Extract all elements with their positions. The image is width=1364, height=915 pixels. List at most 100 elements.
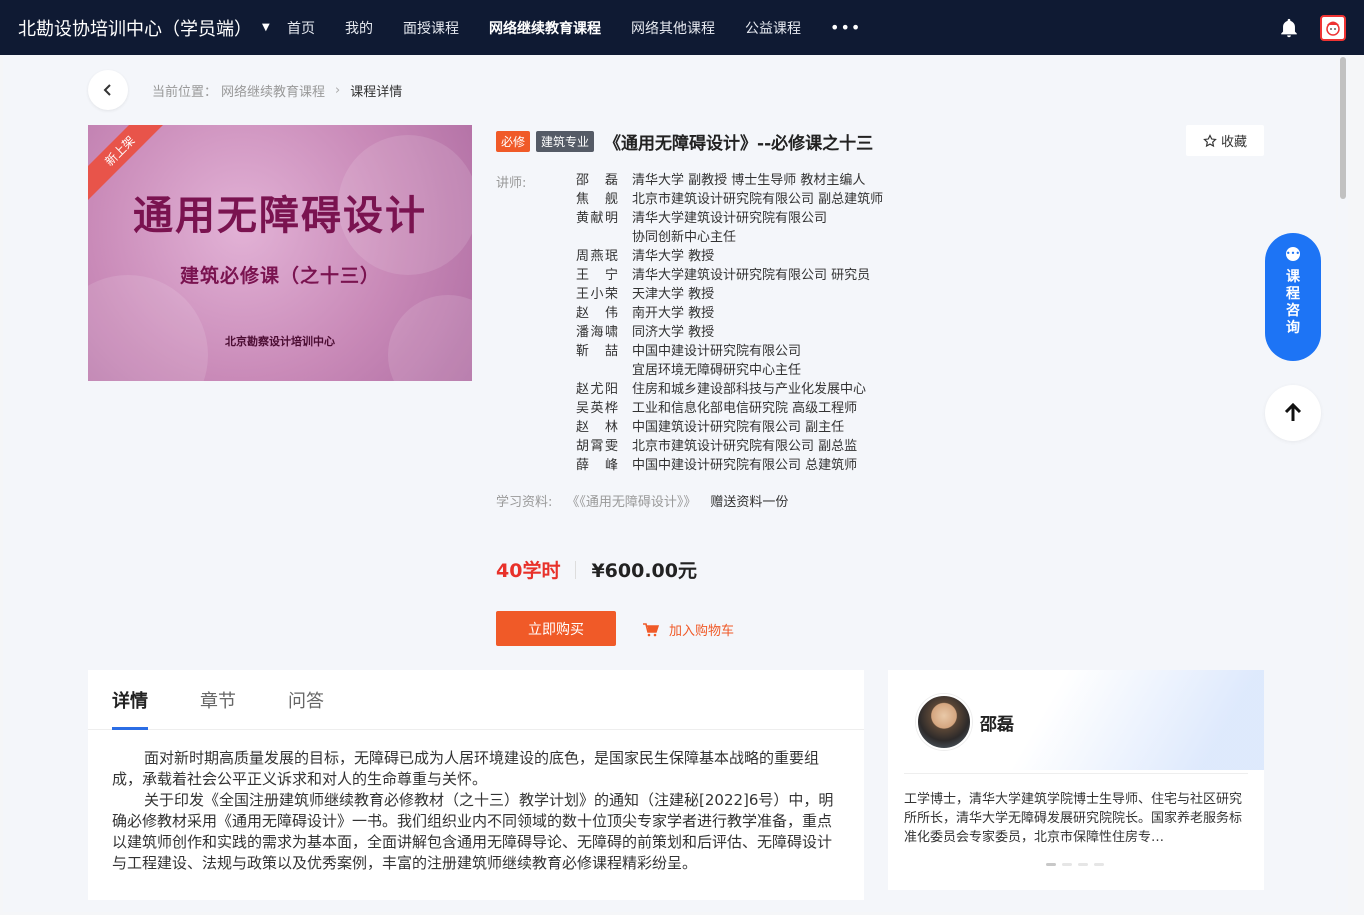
affiliation-line: 天津大学 教授: [632, 287, 715, 302]
lecturer-name: 王小荣: [576, 287, 618, 302]
course-heading: 必修 建筑专业 《通用无障碍设计》--必修课之十三: [496, 129, 873, 154]
cover-org: 北京勘察设计培训中心: [225, 335, 335, 348]
price-row: 40学时 ¥600.00元: [496, 556, 697, 583]
bell-icon[interactable]: [1278, 17, 1300, 39]
affiliation-line: 中国建筑设计研究院有限公司 副主任: [632, 420, 845, 435]
affiliation-line: 清华大学 教授: [632, 249, 715, 264]
detail-paragraph: 面对新时期高质量发展的目标，无障碍已成为人居环境建设的底色，是国家民生保障基本战…: [112, 749, 820, 788]
nav-item-online-other[interactable]: 网络其他课程: [616, 0, 730, 55]
lecturer-name: 赵伟: [576, 306, 618, 321]
lecturers-label: 讲师:: [496, 176, 527, 191]
lecturer-name: 吴英桦: [576, 401, 618, 416]
lecturer-name: 靳喆: [576, 344, 618, 359]
carousel-dots: [1046, 863, 1110, 866]
nav-item-offline-courses[interactable]: 面授课程: [388, 0, 474, 55]
lecturer-affiliation: 清华大学建筑设计研究院有限公司 协同创新中心主任: [632, 209, 827, 247]
affiliation-line: 北京市建筑设计研究院有限公司 副总监: [632, 439, 858, 454]
lecturer-affiliation: 南开大学 教授: [632, 304, 714, 323]
detail-description: 面对新时期高质量发展的目标，无障碍已成为人居环境建设的底色，是国家民生保障基本战…: [88, 730, 864, 874]
more-menu-icon[interactable]: •••: [816, 18, 875, 37]
lecturer-row: 赵尤阳 住房和城乡建设部科技与产业化发展中心: [576, 380, 916, 399]
star-icon: [1203, 133, 1217, 147]
favorite-label: 收藏: [1220, 135, 1247, 150]
avatar-face-icon: [1326, 21, 1340, 36]
lecturer-name: 赵林: [576, 420, 618, 435]
affiliation-line: 宜居环境无障碍研究中心主任: [632, 363, 802, 378]
affiliation-line: 同济大学 教授: [632, 325, 715, 340]
lecturer-name: 潘海啸: [576, 325, 618, 340]
lecturer-row: 王小荣 天津大学 教授: [576, 285, 916, 304]
lecturer-row: 赵伟南开大学 教授: [576, 304, 916, 323]
teacher-card: 邵磊 工学博士，清华大学建筑学院博士生导师、住宅与社区研究所所长，清华大学无障碍…: [888, 670, 1264, 890]
chevron-down-icon: ▼: [262, 22, 270, 33]
lecturer-row: 赵林中国建筑设计研究院有限公司 副主任: [576, 418, 916, 437]
breadcrumb-parent[interactable]: 网络继续教育课程: [221, 81, 325, 100]
price-divider: [575, 560, 577, 579]
consult-label: 课程咨询: [1286, 269, 1300, 336]
carousel-dot[interactable]: [1062, 863, 1072, 866]
lecturer-affiliation: 工业和信息化部电信研究院 高级工程师: [632, 399, 857, 418]
teacher-avatar: [916, 694, 972, 750]
back-to-top-button[interactable]: [1265, 385, 1321, 441]
affiliation-line: 中国中建设计研究院有限公司 总建筑师: [632, 458, 858, 473]
lecturer-affiliation: 北京市建筑设计研究院有限公司 副总监: [632, 437, 857, 456]
affiliation-line: 清华大学建筑设计研究院有限公司: [632, 211, 828, 226]
nav-item-online-cont-edu[interactable]: 网络继续教育课程: [474, 0, 616, 55]
course-consult-button[interactable]: ••• 课程咨询: [1265, 233, 1321, 361]
lecturer-name: 薛峰: [576, 458, 618, 473]
nav-item-mine[interactable]: 我的: [330, 0, 388, 55]
nav-item-home[interactable]: 首页: [272, 0, 330, 55]
materials-link[interactable]: 《《通用无障碍设计》》: [566, 491, 696, 510]
add-to-cart-button[interactable]: 加入购物车: [643, 620, 734, 639]
lecturer-affiliation: 中国中建设计研究院有限公司 总建筑师: [632, 456, 857, 475]
lecturer-affiliation: 中国建筑设计研究院有限公司 副主任: [632, 418, 844, 437]
affiliation-line: 工业和信息化部电信研究院 高级工程师: [632, 401, 858, 416]
tab-chapters[interactable]: 章节: [200, 670, 236, 729]
cart-icon: [643, 622, 659, 636]
lecturer-affiliation: 天津大学 教授: [632, 285, 714, 304]
nav-item-public-courses[interactable]: 公益课程: [730, 0, 816, 55]
arrow-up-icon: [1284, 403, 1302, 421]
affiliation-line: 南开大学 教授: [632, 306, 715, 321]
breadcrumb: 当前位置： 网络继续教育课程 › 课程详情: [152, 81, 402, 100]
scrollbar-thumb[interactable]: [1340, 57, 1346, 199]
user-avatar[interactable]: [1320, 14, 1346, 41]
lecturer-name: 邵磊: [576, 173, 618, 188]
tab-details[interactable]: 详情: [112, 670, 148, 730]
lecturer-affiliation: 清华大学 教授: [632, 247, 714, 266]
lecturer-row: 靳喆中国中建设计研究院有限公司 宜居环境无障碍研究中心主任: [576, 342, 916, 380]
tab-qa[interactable]: 问答: [288, 670, 324, 729]
teacher-name: 邵磊: [980, 715, 1014, 735]
affiliation-line: 北京市建筑设计研究院有限公司 副总建筑师: [632, 192, 884, 207]
carousel-dot[interactable]: [1094, 863, 1104, 866]
course-title: 《通用无障碍设计》--必修课之十三: [604, 134, 874, 154]
materials-gift: 赠送资料一份: [710, 495, 789, 510]
credit-hours: 40学时: [496, 560, 561, 582]
brand-title: 北勘设协培训中心（学员端）: [18, 18, 252, 40]
carousel-dot[interactable]: [1046, 863, 1056, 866]
brand-switcher[interactable]: 北勘设协培训中心（学员端） ▼: [0, 15, 272, 41]
carousel-dot[interactable]: [1078, 863, 1088, 866]
buy-now-button[interactable]: 立即购买: [496, 611, 616, 646]
teacher-divider: [904, 773, 1248, 774]
back-button[interactable]: [88, 70, 128, 110]
lecturer-row: 周燕珉 清华大学 教授: [576, 247, 916, 266]
course-cover-image: 新上架 通用无障碍设计 建筑必修课（之十三） 北京勘察设计培训中心: [88, 125, 472, 381]
lecturer-row: 邵磊清华大学 副教授 博士生导师 教材主编人: [576, 171, 916, 190]
affiliation-line: 清华大学建筑设计研究院有限公司 研究员: [632, 268, 871, 283]
lecturer-row: 黄献明 清华大学建筑设计研究院有限公司 协同创新中心主任: [576, 209, 916, 247]
lecturer-row: 潘海啸 同济大学 教授: [576, 323, 916, 342]
lecturer-name: 黄献明: [576, 211, 618, 226]
lecturer-row: 焦舰北京市建筑设计研究院有限公司 副总建筑师: [576, 190, 916, 209]
page-scrollbar[interactable]: [1338, 55, 1348, 912]
lecturer-row: 吴英桦 工业和信息化部电信研究院 高级工程师: [576, 399, 916, 418]
lecturer-affiliation: 清华大学 副教授 博士生导师 教材主编人: [632, 171, 865, 190]
lecturer-list: 邵磊清华大学 副教授 博士生导师 教材主编人焦舰北京市建筑设计研究院有限公司 副…: [576, 171, 916, 475]
affiliation-line: 中国中建设计研究院有限公司: [632, 344, 802, 359]
lecturer-affiliation: 住房和城乡建设部科技与产业化发展中心: [632, 380, 866, 399]
favorite-button[interactable]: 收藏: [1186, 125, 1264, 156]
affiliation-line: 清华大学 副教授 博士生导师 教材主编人: [632, 173, 866, 188]
study-materials: 学习资料: 《《通用无障碍设计》》 赠送资料一份: [496, 491, 788, 510]
cover-subtitle: 建筑必修课（之十三）: [179, 265, 380, 287]
lecturer-name: 周燕珉: [576, 249, 618, 264]
